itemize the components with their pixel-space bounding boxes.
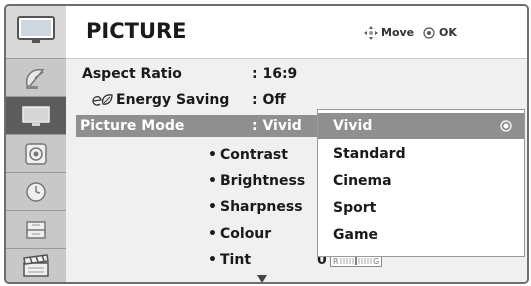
tint-slider-scale: R G [333,257,379,266]
ok-button-icon [423,27,435,39]
option-label: Standard [333,146,406,162]
ok-hint: OK [439,26,457,39]
picture-mode-value: : Vivid [252,118,302,134]
sidebar-item-setup[interactable] [6,59,66,97]
brightness-label: Brightness [220,173,306,189]
colour-label: Colour [220,226,272,242]
move-hint: Move [381,26,415,39]
sidebar-item-audio[interactable] [6,135,66,173]
navigation-arrows-icon [364,26,378,40]
category-sidebar [6,6,66,282]
energy-saving-value: : Off [252,92,286,108]
scroll-down-icon[interactable] [257,275,267,283]
bullet: • [208,147,217,163]
menu-header: PICTURE Move OK [66,6,527,59]
option-label: Sport [333,200,377,216]
option-label: Vivid [333,118,373,134]
aspect-ratio-value: : 16:9 [252,66,298,82]
tv-picture-icon [22,105,50,126]
tv-logo-icon [17,16,55,43]
picture-mode-label: Picture Mode [80,118,185,134]
picture-mode-dropdown: Vivid Standard Cinema Sport Game [317,109,525,257]
radio-selected-icon [500,120,512,132]
option-label: Cinema [333,173,392,189]
page-title: PICTURE [86,19,187,43]
tint-left-label: R [333,257,339,266]
sharpness-label: Sharpness [220,199,303,215]
satellite-dish-icon [25,68,45,89]
dropdown-option-vivid[interactable]: Vivid [318,113,524,139]
energy-saving-label: Energy Saving [116,92,230,108]
sidebar-item-picture[interactable] [6,97,66,135]
energy-saving-icon [92,94,113,106]
clapperboard-icon [23,253,49,277]
picture-mode-row[interactable]: Picture Mode : Vivid [76,115,326,137]
clock-icon [26,181,46,202]
option-label: Game [333,227,379,243]
tint-right-label: G [373,257,379,266]
dropdown-option-cinema[interactable]: Cinema [318,168,524,194]
bullet: • [208,252,217,268]
bullet: • [208,173,217,189]
tv-logo-slot [6,6,66,59]
sidebar-item-lock[interactable] [6,211,66,249]
speaker-icon [25,142,47,165]
sidebar-item-option[interactable] [6,249,66,282]
sidebar-item-time[interactable] [6,173,66,211]
tint-label: Tint [220,252,252,268]
contrast-label: Contrast [220,147,288,163]
dropdown-option-game[interactable]: Game [318,222,524,248]
bullet: • [208,226,217,242]
dropdown-option-sport[interactable]: Sport [318,195,524,221]
lock-icon [26,220,46,239]
dropdown-option-standard[interactable]: Standard [318,141,524,167]
aspect-ratio-label: Aspect Ratio [82,66,182,82]
bullet: • [208,199,217,215]
